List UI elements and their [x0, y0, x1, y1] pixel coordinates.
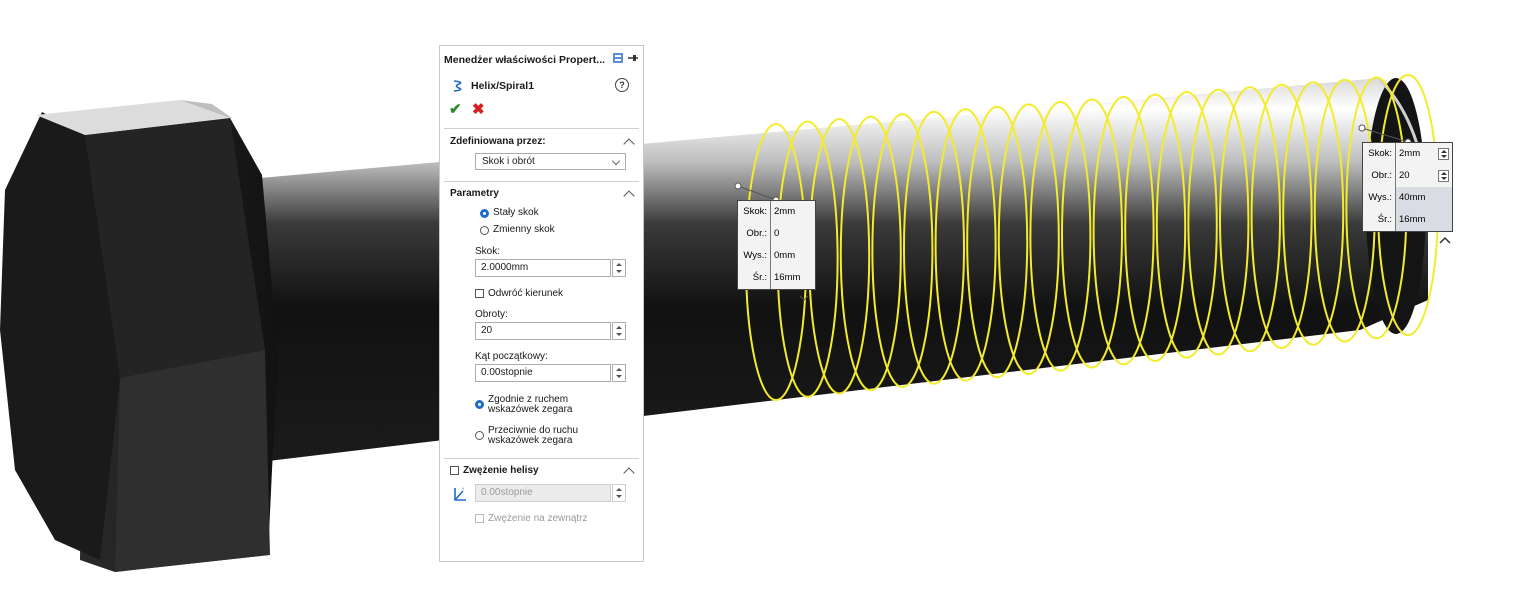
cancel-x-icon[interactable]: ✖: [472, 100, 485, 118]
taper-outward-label: Zwężenie na zewnątrz: [488, 513, 588, 524]
radio-icon[interactable]: [480, 226, 489, 235]
helix-feature-icon: [453, 80, 462, 92]
callout-row-revolutions[interactable]: Obr.: 0: [738, 223, 815, 245]
svg-text:°: °: [462, 488, 465, 494]
taper-angle-icon: °: [454, 488, 466, 501]
constant-pitch-radio[interactable]: Stały skok: [480, 208, 539, 218]
callout-helix-end[interactable]: Skok: 2mm Obr.: 20 Wys.: 40mm Śr.: 16mm: [1362, 142, 1453, 232]
callout-value[interactable]: 16mm: [771, 267, 815, 289]
callout-row-diameter[interactable]: Śr.: 16mm: [1363, 209, 1452, 231]
reverse-direction-checkbox[interactable]: Odwróć kierunek: [475, 288, 563, 299]
callout-row-pitch[interactable]: Skok: 2mm: [738, 201, 815, 223]
chevron-down-icon: [611, 156, 621, 166]
counterclockwise-radio[interactable]: Przeciwnie do ruchu wskazówek zegara: [475, 426, 578, 446]
feature-name: Helix/Spiral1: [471, 80, 535, 92]
config-tree-icon[interactable]: [612, 52, 624, 64]
revolutions-input[interactable]: 20: [475, 322, 611, 340]
spin-arrows-icon[interactable]: [1438, 170, 1449, 182]
pitch-spinbox[interactable]: 2.0000mm: [475, 259, 626, 277]
radio-selected-icon[interactable]: [475, 400, 484, 409]
bolt-head[interactable]: [0, 100, 278, 572]
counterclockwise-label-line2: wskazówek zegara: [488, 435, 573, 446]
radio-icon[interactable]: [475, 431, 484, 440]
revolutions-spinbox[interactable]: 20: [475, 322, 626, 340]
revolutions-label: Obroty:: [475, 309, 508, 320]
taper-helix-checkbox[interactable]: Zwężenie helisy: [450, 465, 539, 476]
callout-row-pitch[interactable]: Skok: 2mm: [1363, 143, 1452, 165]
callout-value[interactable]: 2mm: [771, 201, 815, 223]
spin-arrows-icon[interactable]: [612, 364, 626, 382]
help-icon[interactable]: ?: [615, 78, 629, 92]
callout-label: Śr.:: [1363, 209, 1396, 231]
taper-helix-label: Zwężenie helisy: [463, 465, 539, 476]
pin-icon[interactable]: [627, 52, 639, 64]
callout-label: Wys.:: [738, 245, 771, 267]
constant-pitch-label: Stały skok: [493, 207, 539, 218]
reverse-direction-label: Odwróć kierunek: [488, 288, 564, 299]
start-angle-input[interactable]: 0.00stopnie: [475, 364, 611, 382]
taper-outward-checkbox[interactable]: Zwężenie na zewnątrz: [475, 513, 588, 524]
callout-value[interactable]: 40mm: [1396, 187, 1452, 209]
radio-selected-icon[interactable]: [480, 209, 489, 218]
collapse-arrow-icon[interactable]: [1439, 236, 1451, 244]
callout-row-height[interactable]: Wys.: 40mm: [1363, 187, 1452, 209]
variable-pitch-label: Zmienny skok: [493, 224, 555, 235]
graphics-viewport[interactable]: [0, 0, 1536, 612]
spin-arrows-icon[interactable]: [612, 259, 626, 277]
spin-arrows-icon[interactable]: [612, 484, 626, 502]
collapse-chevron-icon[interactable]: [623, 138, 635, 150]
callout-helix-start[interactable]: Skok: 2mm Obr.: 0 Wys.: 0mm Śr.: 16mm: [737, 200, 816, 290]
callout-label: Skok:: [1363, 143, 1396, 165]
callout-label: Skok:: [738, 201, 771, 223]
start-angle-spinbox[interactable]: 0.00stopnie: [475, 364, 626, 382]
spin-arrows-icon[interactable]: [1438, 148, 1449, 160]
callout-row-revolutions[interactable]: Obr.: 20: [1363, 165, 1452, 187]
section-defined-by-header[interactable]: Zdefiniowana przez:: [450, 136, 546, 147]
spin-arrows-icon[interactable]: [612, 322, 626, 340]
checkbox-icon[interactable]: [475, 514, 484, 523]
start-angle-label: Kąt początkowy:: [475, 351, 548, 362]
callout-label: Obr.:: [738, 223, 771, 245]
callout-label: Obr.:: [1363, 165, 1396, 187]
ok-checkmark-icon[interactable]: ✔: [449, 100, 462, 118]
bolt-shaft[interactable]: [260, 78, 1430, 462]
checkbox-icon[interactable]: [475, 289, 484, 298]
callout-row-diameter[interactable]: Śr.: 16mm: [738, 267, 815, 289]
callout-row-height[interactable]: Wys.: 0mm: [738, 245, 815, 267]
taper-angle-input[interactable]: 0.00stopnie: [475, 484, 611, 502]
callout-value[interactable]: 0mm: [771, 245, 815, 267]
pitch-input[interactable]: 2.0000mm: [475, 259, 611, 277]
variable-pitch-radio[interactable]: Zmienny skok: [480, 225, 555, 235]
callout-value[interactable]: 16mm: [1396, 209, 1452, 231]
taper-angle-spinbox[interactable]: 0.00stopnie: [475, 484, 626, 502]
defined-by-select[interactable]: Skok i obrót: [475, 153, 626, 170]
callout-label: Wys.:: [1363, 187, 1396, 209]
clockwise-label-line2: wskazówek zegara: [488, 404, 573, 415]
checkbox-icon[interactable]: [450, 466, 459, 475]
property-manager-panel: Menedżer właściwości Propert... Helix/Sp…: [439, 45, 644, 562]
collapse-chevron-icon[interactable]: [623, 467, 635, 479]
panel-title: Menedżer właściwości Propert...: [444, 54, 606, 66]
pitch-label: Skok:: [475, 246, 501, 257]
defined-by-value: Skok i obrót: [482, 156, 535, 167]
clockwise-radio[interactable]: Zgodnie z ruchem wskazówek zegara: [475, 395, 572, 415]
callout-value[interactable]: 0: [771, 223, 815, 245]
section-parameters-header[interactable]: Parametry: [450, 188, 499, 199]
callout-label: Śr.:: [738, 267, 771, 289]
collapse-chevron-icon[interactable]: [623, 190, 635, 202]
